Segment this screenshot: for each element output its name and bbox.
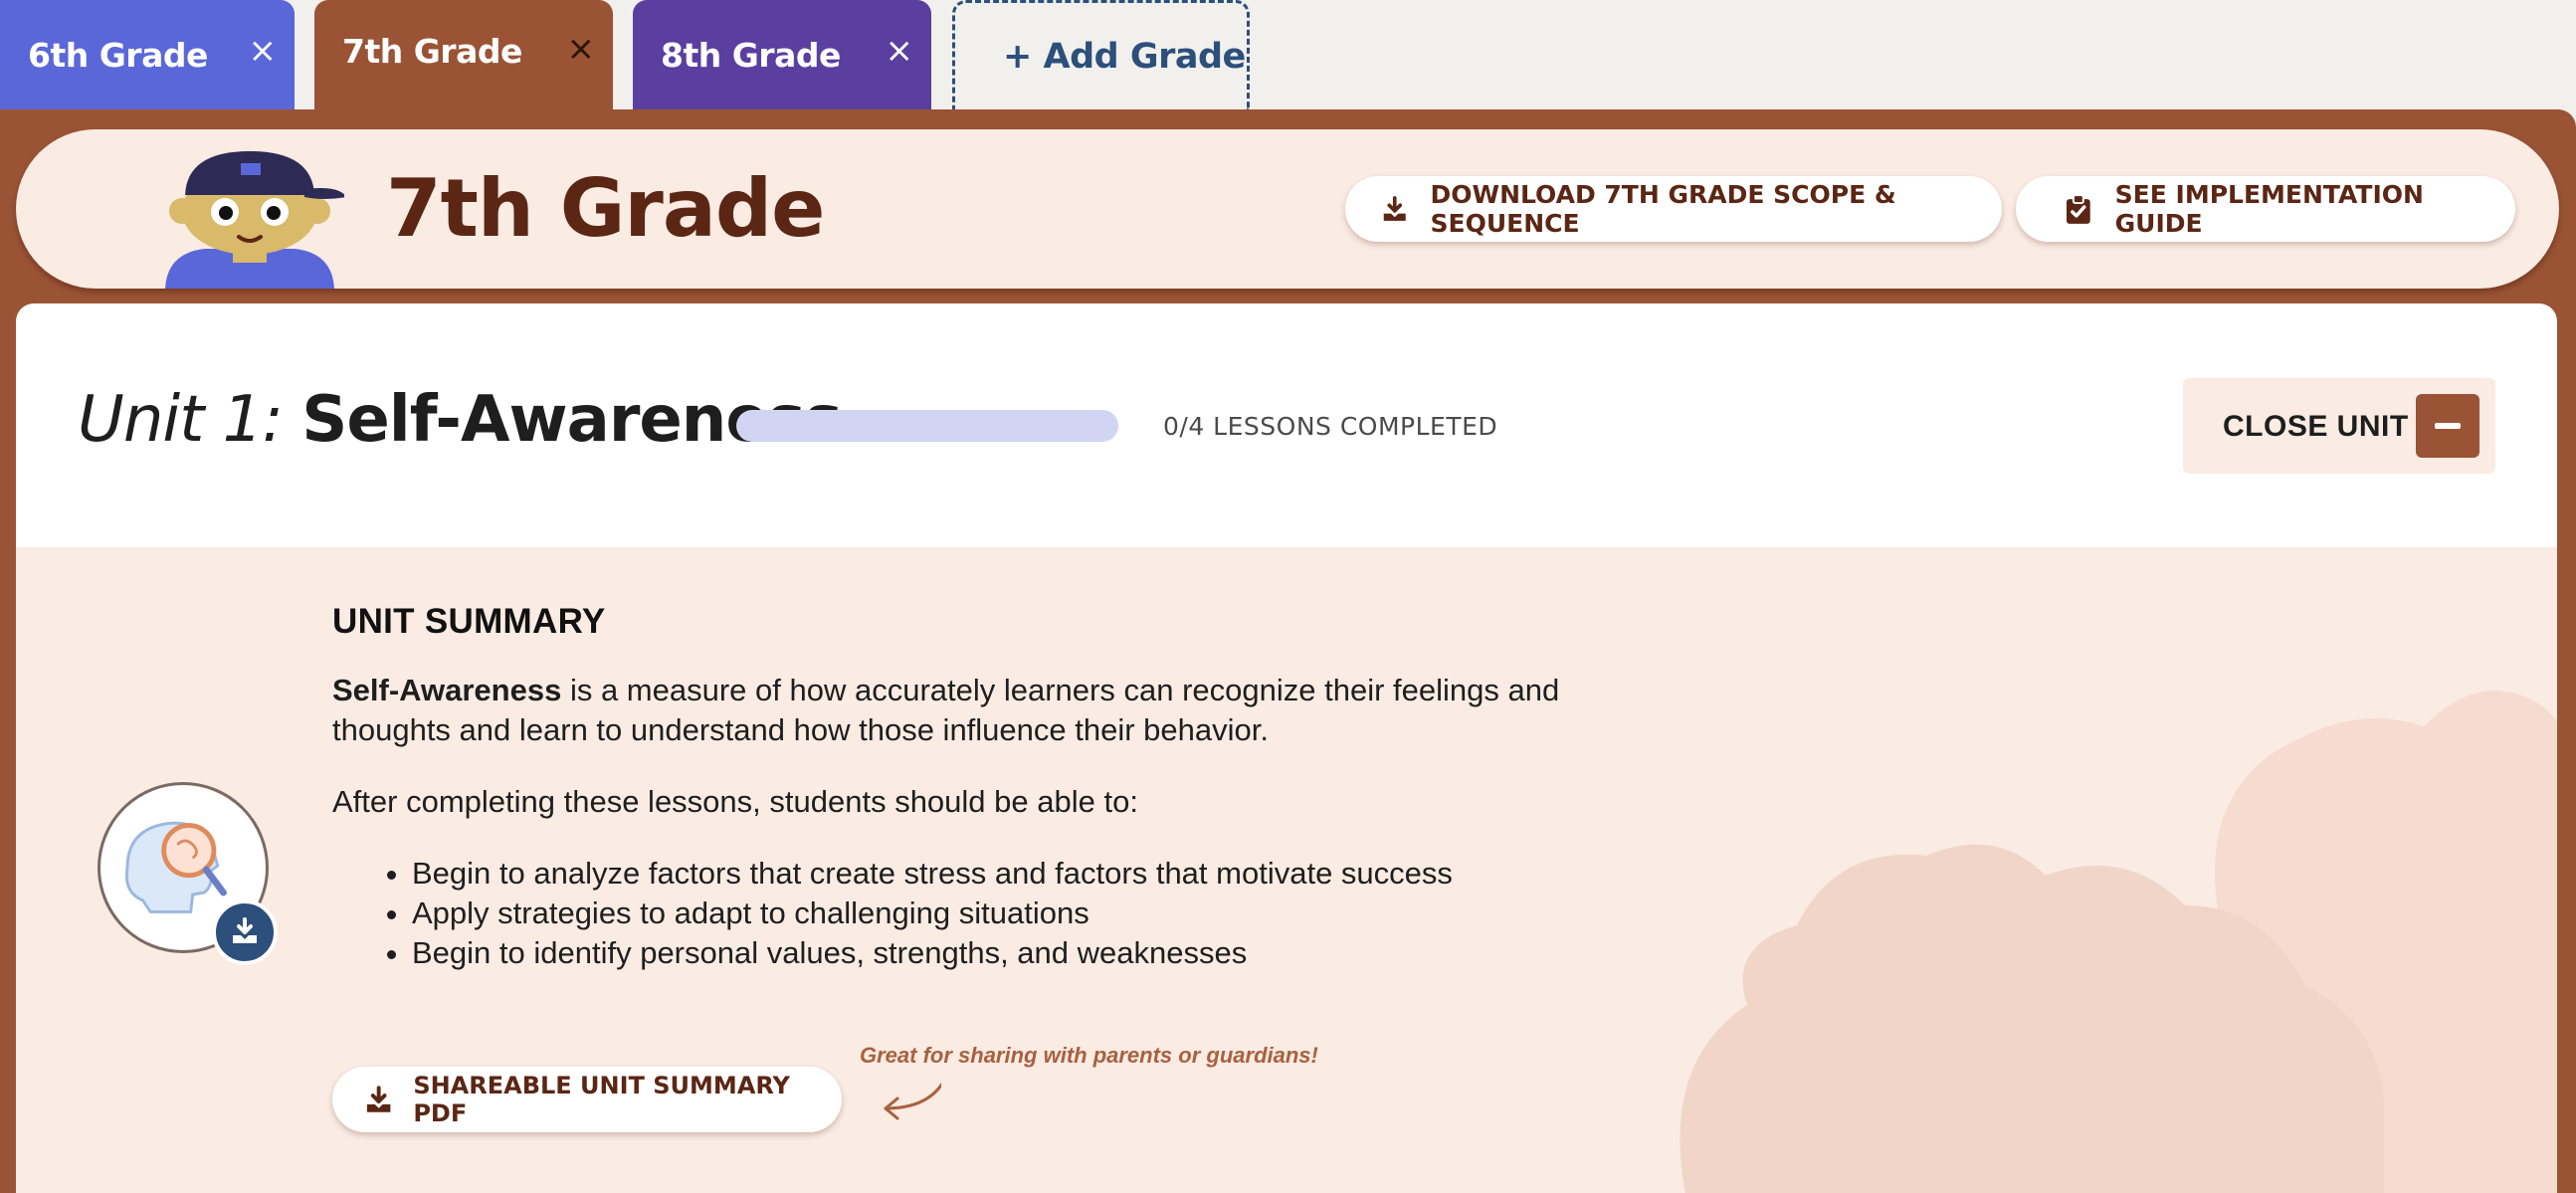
clipboard-check-icon	[2066, 194, 2090, 224]
add-grade-label: + Add Grade	[1003, 37, 1246, 77]
implementation-guide-label: SEE IMPLEMENTATION GUIDE	[2114, 180, 2424, 238]
summary-definition: Self-Awareness is a measure of how accur…	[332, 671, 1666, 750]
list-item: Apply strategies to adapt to challenging…	[412, 894, 1453, 933]
unit-card: Unit 1: Self-Awareness 0/4 LESSONS COMPL…	[16, 303, 2557, 1193]
list-item: Begin to identify personal values, stren…	[412, 933, 1453, 973]
summary-heading: UNIT SUMMARY	[332, 602, 606, 641]
close-icon[interactable]: ×	[249, 34, 278, 68]
unit-summary: UNIT SUMMARY Self-Awareness is a measure…	[16, 547, 2557, 1193]
close-unit-label: CLOSE UNIT	[2223, 410, 2409, 443]
summary-pdf-button[interactable]: SHAREABLE UNIT SUMMARY PDF	[332, 1067, 842, 1132]
sharing-note: Great for sharing with parents or guardi…	[860, 1043, 1318, 1068]
unit-number: Unit 1:	[78, 383, 284, 457]
add-grade-button[interactable]: + Add Grade	[952, 0, 1250, 111]
tab-6th-grade[interactable]: 6th Grade ×	[0, 0, 295, 111]
tab-7th-grade[interactable]: 7th Grade ×	[314, 0, 613, 114]
student-avatar-icon	[165, 151, 344, 289]
summary-intro: After completing these lessons, students…	[332, 784, 1138, 819]
close-icon[interactable]: ×	[567, 32, 596, 66]
lesson-progress-bar	[736, 410, 1118, 442]
tab-label: 6th Grade	[28, 36, 208, 75]
grade-tabs: 6th Grade × 7th Grade × 8th Grade × + Ad…	[0, 0, 2576, 114]
decorative-leaf-shapes	[1680, 691, 2557, 1193]
tab-8th-grade[interactable]: 8th Grade ×	[633, 0, 931, 111]
summary-term: Self-Awareness	[332, 673, 562, 707]
download-icon	[233, 917, 257, 943]
download-icon	[366, 1086, 391, 1112]
close-unit-button[interactable]: CLOSE UNIT	[2183, 378, 2495, 474]
download-scope-button[interactable]: DOWNLOAD 7TH GRADE SCOPE & SEQUENCE	[1345, 176, 2002, 242]
tab-label: 8th Grade	[661, 36, 841, 75]
implementation-guide-button[interactable]: SEE IMPLEMENTATION GUIDE	[2016, 176, 2515, 242]
summary-pdf-label: SHAREABLE UNIT SUMMARY PDF	[413, 1072, 790, 1127]
close-icon[interactable]: ×	[886, 34, 914, 68]
grade-header: 7th Grade DOWNLOAD 7TH GRADE SCOPE & SEQ…	[16, 129, 2559, 289]
tab-label: 7th Grade	[342, 32, 522, 71]
list-item: Begin to analyze factors that create str…	[412, 854, 1453, 894]
minus-icon	[2416, 394, 2479, 458]
unit-title: Unit 1: Self-Awareness	[78, 388, 843, 452]
download-scope-label: DOWNLOAD 7TH GRADE SCOPE & SEQUENCE	[1430, 180, 1896, 238]
unit-summary-icon[interactable]	[98, 782, 278, 965]
lesson-progress-text: 0/4 LESSONS COMPLETED	[1163, 412, 1498, 441]
download-icon	[1383, 196, 1406, 221]
learning-outcomes: Begin to analyze factors that create str…	[412, 854, 1453, 973]
page-title: 7th Grade	[386, 162, 825, 255]
download-badge[interactable]	[212, 899, 278, 965]
arrow-icon	[884, 1082, 941, 1120]
